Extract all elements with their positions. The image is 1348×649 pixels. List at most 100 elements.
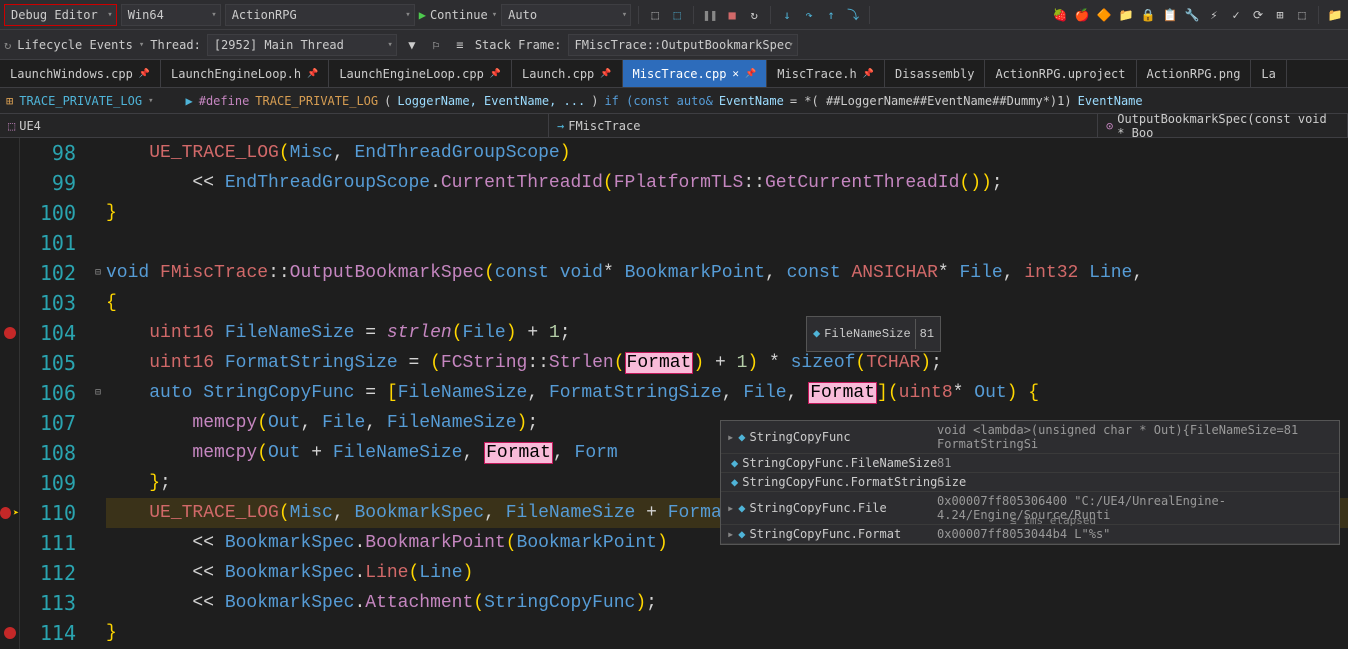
stack-icon[interactable]: ≡ bbox=[451, 36, 469, 54]
continue-button[interactable]: Continue bbox=[430, 8, 488, 22]
tool-icon-g[interactable]: 🔧 bbox=[1183, 6, 1201, 24]
platform-dropdown[interactable]: Win64 bbox=[121, 4, 221, 26]
debug-toolbar: ↻ Lifecycle Events▾ Thread: [2952] Main … bbox=[0, 30, 1348, 60]
symbol-name[interactable]: TRACE_PRIVATE_LOG bbox=[19, 94, 142, 108]
flag-icon[interactable]: ⚐ bbox=[427, 36, 445, 54]
restart-icon[interactable]: ↻ bbox=[745, 6, 763, 24]
tab-launchengineloop-h[interactable]: LaunchEngineLoop.h📌 bbox=[161, 60, 329, 87]
code-line[interactable]: << BookmarkSpec.Line(Line) bbox=[106, 558, 1348, 588]
macro-body-prefix: if (const auto& bbox=[604, 94, 712, 108]
pin-icon[interactable]: 📌 bbox=[745, 69, 756, 79]
stackframe-dropdown[interactable]: FMiscTrace::OutputBookmarkSpec bbox=[568, 34, 798, 56]
watch-row[interactable]: ▸◆ StringCopyFunc.Format0x00007ff8053044… bbox=[721, 525, 1339, 544]
watch-row[interactable]: ◆ StringCopyFunc.FileNameSize81 bbox=[721, 454, 1339, 473]
line-number: 109 bbox=[20, 468, 76, 498]
code-line[interactable]: void FMiscTrace::OutputBookmarkSpec(cons… bbox=[106, 258, 1348, 288]
tool-icon-c[interactable]: 🔶 bbox=[1095, 6, 1113, 24]
tab-la[interactable]: La bbox=[1251, 60, 1286, 87]
tab-misctrace-h[interactable]: MiscTrace.h📌 bbox=[767, 60, 885, 87]
line-number: 100 bbox=[20, 198, 76, 228]
line-number: 110 bbox=[20, 498, 76, 528]
fold-toggle-icon[interactable]: ⊟ bbox=[90, 378, 106, 408]
context-scope[interactable]: ⬚UE4 bbox=[0, 114, 549, 137]
tab-launch-cpp[interactable]: Launch.cpp📌 bbox=[512, 60, 622, 87]
pin-icon[interactable]: 📌 bbox=[600, 69, 611, 79]
code-line[interactable]: auto StringCopyFunc = [FileNameSize, For… bbox=[106, 378, 1348, 408]
symbol-navbar: ⊞ TRACE_PRIVATE_LOG ▾ ▶ #define TRACE_PR… bbox=[0, 88, 1348, 114]
pin-icon[interactable]: 📌 bbox=[307, 69, 318, 79]
tool-icon-a[interactable]: 🍓 bbox=[1051, 6, 1069, 24]
stackframe-label: Stack Frame: bbox=[475, 38, 562, 52]
code-editor[interactable]: ➤ 98991001011021031041051061071081091101… bbox=[0, 138, 1348, 649]
line-numbers: 9899100101102103104105106107108109110111… bbox=[20, 138, 90, 649]
tab-actionrpg-png[interactable]: ActionRPG.png bbox=[1137, 60, 1252, 87]
project-dropdown[interactable]: ActionRPG bbox=[225, 4, 415, 26]
code-line[interactable]: UE_TRACE_LOG(Misc, EndThreadGroupScope) bbox=[106, 138, 1348, 168]
tool-icon-m[interactable]: 📁 bbox=[1326, 6, 1344, 24]
line-number: 99 bbox=[20, 168, 76, 198]
close-icon[interactable]: ✕ bbox=[732, 67, 739, 80]
code-line[interactable]: uint16 FileNameSize = strlen(File) + 1; bbox=[106, 318, 1348, 348]
pin-icon[interactable]: 📌 bbox=[490, 69, 501, 79]
line-number: 107 bbox=[20, 408, 76, 438]
code-area[interactable]: UE_TRACE_LOG(Misc, EndThreadGroupScope) … bbox=[106, 138, 1348, 649]
tab-actionrpg-uproject[interactable]: ActionRPG.uproject bbox=[985, 60, 1136, 87]
config-dropdown[interactable]: Debug Editor bbox=[4, 4, 117, 26]
fold-gutter[interactable]: ⊟⊟ bbox=[90, 138, 106, 649]
tool-icon-k[interactable]: ⊞ bbox=[1271, 6, 1289, 24]
macro-body-var: EventName bbox=[719, 94, 784, 108]
pin-icon[interactable]: 📌 bbox=[139, 69, 150, 79]
code-line[interactable]: << BookmarkSpec.Attachment(StringCopyFun… bbox=[106, 588, 1348, 618]
line-number: 104 bbox=[20, 318, 76, 348]
tool-icon-i[interactable]: ✓ bbox=[1227, 6, 1245, 24]
context-class[interactable]: →FMiscTrace bbox=[549, 114, 1098, 137]
tool-icon-h[interactable]: ⚡ bbox=[1205, 6, 1223, 24]
line-number: 108 bbox=[20, 438, 76, 468]
breakpoint-icon[interactable] bbox=[4, 627, 16, 639]
macro-params: LoggerName, EventName, ... bbox=[397, 94, 585, 108]
step-out-icon[interactable]: ↑ bbox=[822, 6, 840, 24]
filter-icon[interactable]: ▼ bbox=[403, 36, 421, 54]
editor-tabs: LaunchWindows.cpp📌LaunchEngineLoop.h📌Lau… bbox=[0, 60, 1348, 88]
hover-tooltip: ◆FileNameSize81 bbox=[806, 316, 941, 352]
tool-icon-b[interactable]: 🍎 bbox=[1073, 6, 1091, 24]
fold-toggle-icon[interactable]: ⊟ bbox=[90, 258, 106, 288]
tool-icon-j[interactable]: ⟳ bbox=[1249, 6, 1267, 24]
tab-misctrace-cpp[interactable]: MiscTrace.cpp✕📌 bbox=[623, 60, 768, 87]
toolbar-icon-2[interactable]: ⬚ bbox=[668, 6, 686, 24]
elapsed-label: ≤ 1ms elapsed bbox=[1010, 514, 1096, 527]
watch-row[interactable]: ◆ StringCopyFunc.FormatStringSize6 bbox=[721, 473, 1339, 492]
line-number: 112 bbox=[20, 558, 76, 588]
step-icon[interactable]: ⤵ bbox=[844, 6, 862, 24]
tool-icon-e[interactable]: 🔒 bbox=[1139, 6, 1157, 24]
play-icon[interactable]: ▶ bbox=[419, 8, 426, 22]
toolbar-icon-1[interactable]: ⬚ bbox=[646, 6, 664, 24]
tab-launchengineloop-cpp[interactable]: LaunchEngineLoop.cpp📌 bbox=[329, 60, 512, 87]
code-line[interactable]: << EndThreadGroupScope.CurrentThreadId(F… bbox=[106, 168, 1348, 198]
code-line[interactable] bbox=[106, 228, 1348, 258]
auto-dropdown[interactable]: Auto bbox=[501, 4, 631, 26]
tool-icon-d[interactable]: 📁 bbox=[1117, 6, 1135, 24]
tool-icon-f[interactable]: 📋 bbox=[1161, 6, 1179, 24]
code-line[interactable]: { bbox=[106, 288, 1348, 318]
tab-disassembly[interactable]: Disassembly bbox=[885, 60, 985, 87]
watch-row[interactable]: ▸◆ StringCopyFuncvoid <lambda>(unsigned … bbox=[721, 421, 1339, 454]
tool-icon-l[interactable]: ⬚ bbox=[1293, 6, 1311, 24]
pause-icon[interactable]: ❚❚ bbox=[701, 6, 719, 24]
breakpoint-gutter[interactable]: ➤ bbox=[0, 138, 20, 649]
line-number: 105 bbox=[20, 348, 76, 378]
thread-dropdown[interactable]: [2952] Main Thread bbox=[207, 34, 397, 56]
pin-icon[interactable]: 📌 bbox=[863, 69, 874, 79]
breakpoint-icon[interactable] bbox=[4, 327, 16, 339]
step-over-icon[interactable]: ↷ bbox=[800, 6, 818, 24]
breakpoint-icon[interactable] bbox=[0, 507, 11, 519]
tab-launchwindows-cpp[interactable]: LaunchWindows.cpp📌 bbox=[0, 60, 161, 87]
context-method[interactable]: ⊙OutputBookmarkSpec(const void * Boo bbox=[1098, 114, 1348, 137]
macro-body-end: EventName bbox=[1078, 94, 1143, 108]
stop-icon[interactable]: ■ bbox=[723, 6, 741, 24]
lifecycle-dropdown[interactable]: Lifecycle Events bbox=[17, 38, 133, 52]
code-line[interactable]: uint16 FormatStringSize = (FCString::Str… bbox=[106, 348, 1348, 378]
step-into-icon[interactable]: ↓ bbox=[778, 6, 796, 24]
code-line[interactable]: } bbox=[106, 198, 1348, 228]
code-line[interactable]: } bbox=[106, 618, 1348, 648]
